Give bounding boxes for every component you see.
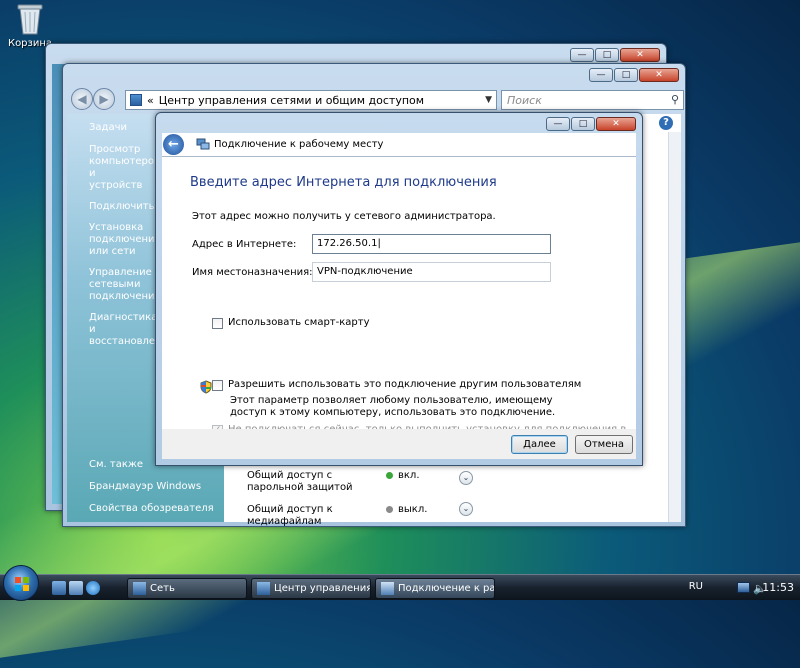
checkbox-box[interactable] — [212, 380, 223, 391]
dialog-header: ← Подключение к рабочему месту — [162, 133, 636, 157]
search-placeholder: Поиск — [507, 94, 542, 107]
taskbar: Сеть Центр управления ... Подключение к … — [0, 565, 800, 601]
forward-arrow-icon[interactable]: ▶ — [93, 88, 115, 110]
maximize-button[interactable]: □ — [571, 117, 595, 131]
close-button[interactable]: ✕ — [596, 117, 636, 131]
task-link-manage-connections[interactable]: Управление сетевыми подключениями — [89, 267, 175, 303]
internet-address-value: 172.26.50.1 — [317, 238, 378, 249]
status-dot-icon — [386, 505, 393, 513]
internet-address-input[interactable]: 172.26.50.1| — [312, 234, 551, 254]
vertical-scrollbar[interactable] — [668, 132, 681, 522]
wizard-heading: Введите адрес Интернета для подключения — [190, 175, 497, 190]
allow-others-checkbox[interactable]: Разрешить использовать это подключение д… — [212, 379, 581, 391]
back-arrow-icon[interactable]: ← — [163, 134, 184, 155]
internet-explorer-icon[interactable] — [86, 581, 100, 595]
windows-logo-icon — [15, 577, 29, 591]
sharing-label: Общий доступ с парольной защитой — [247, 470, 353, 493]
close-button[interactable]: ✕ — [639, 68, 679, 82]
vpn-wizard-dialog[interactable]: — □ ✕ ← Подключение к рабочему месту Вве… — [155, 112, 643, 466]
smartcard-label: Использовать смарт-карту — [228, 317, 370, 328]
control-panel-icon — [130, 94, 142, 106]
sharing-state: выкл. — [386, 504, 427, 515]
allow-others-label: Разрешить использовать это подключение д… — [228, 379, 582, 390]
destination-name-value: VPN-подключение — [317, 266, 413, 277]
address-prefix: « — [147, 93, 154, 107]
taskbar-button-label: Центр управления ... — [274, 583, 371, 594]
recycle-bin[interactable]: Корзина — [6, 2, 54, 49]
sharing-state: вкл. — [386, 470, 420, 481]
minimize-button[interactable]: — — [546, 117, 570, 131]
address-text: Центр управления сетями и общим доступом — [158, 93, 425, 107]
task-link-connect[interactable]: Подключиться — [89, 201, 166, 213]
background-window-caption-buttons: — □ ✕ — [570, 48, 660, 62]
network-icon — [133, 582, 146, 595]
switch-windows-icon[interactable] — [69, 581, 83, 595]
taskbar-button-label: Подключение к ра... — [398, 583, 495, 594]
start-button[interactable] — [3, 565, 39, 601]
search-input[interactable]: Поиск ⚲ — [501, 90, 684, 110]
destination-name-input[interactable]: VPN-подключение — [312, 262, 551, 282]
see-also-section: См. также Брандмауэр Windows Свойства об… — [89, 459, 214, 525]
recycle-bin-icon — [17, 4, 43, 35]
checkbox-box[interactable] — [212, 318, 223, 329]
dialog-footer: Далее Отмена — [162, 429, 636, 459]
help-icon[interactable]: ? — [659, 116, 673, 130]
taskbar-button-network-center[interactable]: Центр управления ... — [251, 578, 371, 599]
network-connection-icon — [196, 138, 210, 150]
sharing-state-text: вкл. — [398, 470, 420, 481]
text-cursor: | — [377, 238, 381, 249]
task-link-diagnose[interactable]: Диагностика и восстановление — [89, 312, 174, 348]
link-firewall[interactable]: Брандмауэр Windows — [89, 481, 214, 492]
vpn-wizard-icon — [381, 582, 394, 595]
dialog-body: Введите адрес Интернета для подключения … — [162, 156, 636, 446]
navigation-bar: ◀ ▶ « Центр управления сетями и общим до… — [67, 86, 684, 114]
close-button[interactable]: ✕ — [620, 48, 660, 62]
taskbar-button-network[interactable]: Сеть — [127, 578, 247, 599]
address-bar[interactable]: « Центр управления сетями и общим доступ… — [125, 90, 497, 110]
cancel-button[interactable]: Отмена — [575, 435, 633, 454]
taskbar-button-label: Сеть — [150, 583, 175, 594]
destination-name-label: Имя местоназначения: — [192, 267, 313, 278]
chevron-down-icon[interactable]: ⌄ — [459, 471, 473, 485]
sharing-state-text: выкл. — [398, 504, 428, 515]
search-icon[interactable]: ⚲ — [671, 93, 679, 106]
main-window-caption-buttons: — □ ✕ — [589, 68, 679, 82]
minimize-button[interactable]: — — [570, 48, 594, 62]
network-tray-icon[interactable] — [737, 582, 750, 593]
smartcard-checkbox[interactable]: Использовать смарт-карту — [212, 317, 369, 329]
maximize-button[interactable]: □ — [595, 48, 619, 62]
clock[interactable]: 11:53 — [762, 581, 794, 594]
uac-shield-icon — [200, 380, 212, 394]
task-link-view-computers[interactable]: Просмотр компьютеров и устройств — [89, 144, 160, 192]
allow-others-note: Этот параметр позволяет любому пользоват… — [230, 395, 556, 418]
info-text: Этот адрес можно получить у сетевого адм… — [192, 211, 496, 222]
link-internet-options[interactable]: Свойства обозревателя — [89, 503, 214, 514]
internet-address-label: Адрес в Интернете: — [192, 239, 297, 250]
network-center-icon — [257, 582, 270, 595]
dialog-title: Подключение к рабочему месту — [214, 139, 384, 150]
sharing-label: Общий доступ к медиафайлам — [247, 504, 333, 527]
language-indicator[interactable]: RU — [689, 581, 703, 592]
taskbar-button-vpn-wizard[interactable]: Подключение к ра... — [375, 578, 495, 599]
chevron-down-icon[interactable]: ⌄ — [459, 502, 473, 516]
next-button[interactable]: Далее — [511, 435, 568, 454]
chevron-down-icon[interactable]: ▼ — [485, 95, 492, 105]
task-link-setup-connection[interactable]: Установка подключения или сети — [89, 222, 161, 258]
dialog-caption-buttons: — □ ✕ — [546, 117, 636, 131]
minimize-button[interactable]: — — [589, 68, 613, 82]
back-arrow-icon[interactable]: ◀ — [71, 88, 93, 110]
maximize-button[interactable]: □ — [614, 68, 638, 82]
status-dot-icon — [386, 471, 393, 479]
show-desktop-icon[interactable] — [52, 581, 66, 595]
